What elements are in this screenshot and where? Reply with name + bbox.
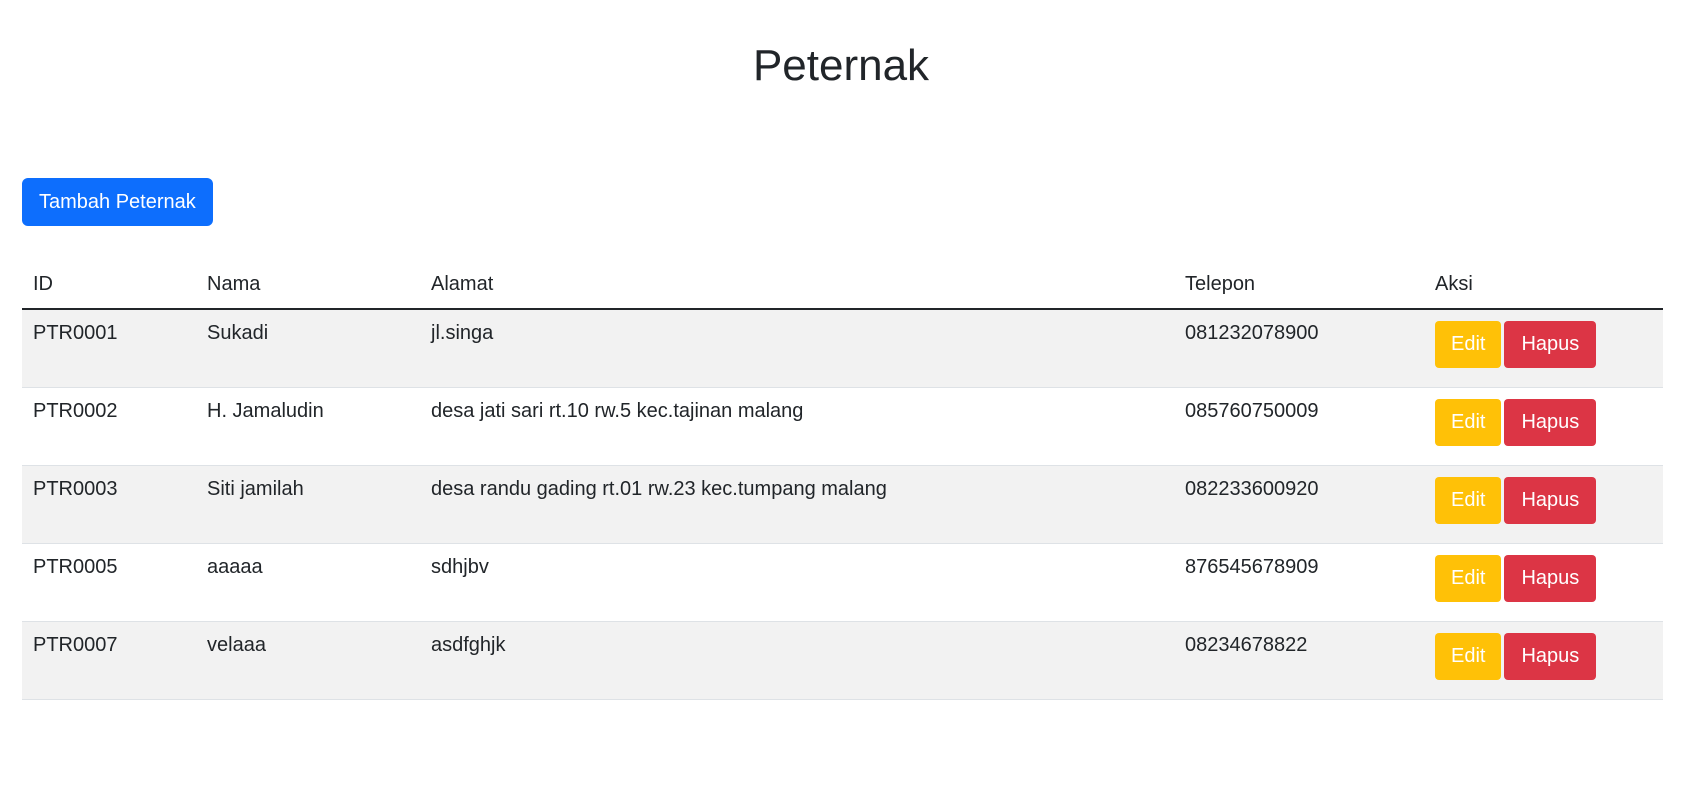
cell-id: PTR0005 [22,543,196,622]
table-header-row: ID Nama Alamat Telepon Aksi [22,260,1663,310]
cell-aksi: Edit Hapus [1424,465,1663,544]
peternak-table: ID Nama Alamat Telepon Aksi PTR0001 Suka… [22,260,1663,700]
page-title: Peternak [752,41,930,90]
table-row: PTR0007 velaaa asdfghjk 08234678822 Edit… [22,621,1663,700]
delete-button[interactable]: Hapus [1504,321,1597,368]
cell-telepon: 082233600920 [1174,465,1424,544]
delete-button[interactable]: Hapus [1504,476,1597,524]
column-header-telepon: Telepon [1174,260,1424,310]
delete-button[interactable]: Hapus [1504,632,1597,680]
cell-nama: Sukadi [196,309,420,388]
cell-aksi: Edit Hapus [1424,387,1663,466]
edit-button[interactable]: Edit [1435,554,1502,602]
column-header-nama: Nama [196,260,420,310]
edit-button[interactable]: Edit [1435,321,1502,368]
delete-button[interactable]: Hapus [1504,398,1597,446]
cell-id: PTR0001 [22,309,196,388]
table-row: PTR0003 Siti jamilah desa randu gading r… [22,465,1663,544]
cell-nama: H. Jamaludin [196,387,420,466]
table-header: ID Nama Alamat Telepon Aksi [22,260,1663,310]
cell-id: PTR0003 [22,465,196,544]
cell-aksi: Edit Hapus [1424,543,1663,622]
cell-telepon: 876545678909 [1174,543,1424,622]
table-body: PTR0001 Sukadi jl.singa 081232078900 Edi… [22,309,1663,700]
column-header-alamat: Alamat [420,260,1174,310]
column-header-aksi: Aksi [1424,260,1663,310]
table-row: PTR0001 Sukadi jl.singa 081232078900 Edi… [22,309,1663,388]
cell-id: PTR0002 [22,387,196,466]
cell-telepon: 081232078900 [1174,309,1424,388]
cell-alamat: desa jati sari rt.10 rw.5 kec.tajinan ma… [420,387,1174,466]
cell-aksi: Edit Hapus [1424,621,1663,700]
cell-aksi: Edit Hapus [1424,309,1663,388]
cell-nama: aaaaa [196,543,420,622]
cell-alamat: asdfghjk [420,621,1174,700]
cell-nama: Siti jamilah [196,465,420,544]
column-header-id: ID [22,260,196,310]
edit-button[interactable]: Edit [1435,476,1502,524]
cell-alamat: desa randu gading rt.01 rw.23 kec.tumpan… [420,465,1174,544]
table-row: PTR0005 aaaaa sdhjbv 876545678909 Edit Ha… [22,543,1663,622]
table-row: PTR0002 H. Jamaludin desa jati sari rt.1… [22,387,1663,466]
add-peternak-button[interactable]: Tambah Peternak [22,178,213,226]
cell-telepon: 08234678822 [1174,621,1424,700]
cell-telepon: 085760750009 [1174,387,1424,466]
edit-button[interactable]: Edit [1435,398,1502,446]
cell-alamat: jl.singa [420,309,1174,388]
cell-alamat: sdhjbv [420,543,1174,622]
edit-button[interactable]: Edit [1435,632,1502,680]
cell-nama: velaaa [196,621,420,700]
delete-button[interactable]: Hapus [1504,554,1597,602]
cell-id: PTR0007 [22,621,196,700]
